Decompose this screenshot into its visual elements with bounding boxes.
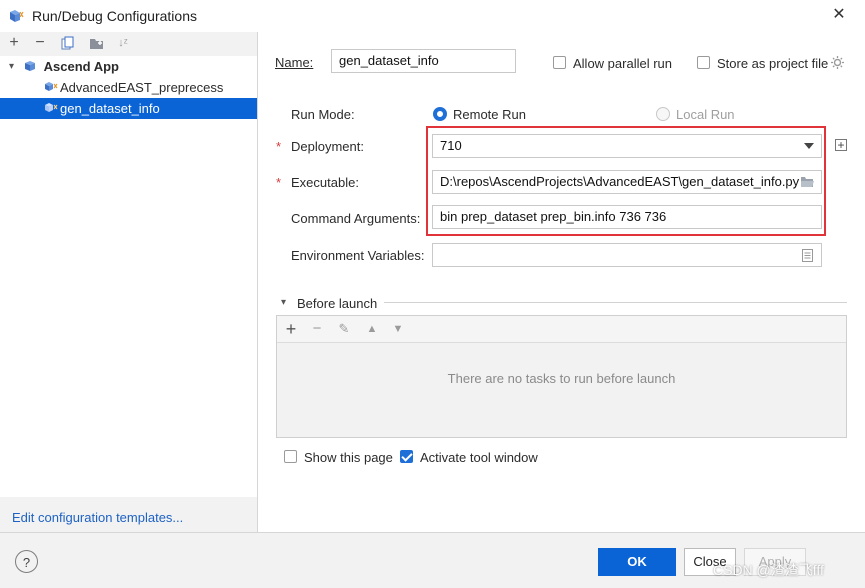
divider xyxy=(384,302,847,303)
pencil-icon[interactable]: ✎ xyxy=(334,319,354,339)
show-page-label: Show this page xyxy=(304,450,393,465)
config-icon xyxy=(45,103,58,112)
run-mode-label: Run Mode: xyxy=(291,107,355,122)
env-input[interactable] xyxy=(432,243,822,267)
tree-item-advancedeast-preprecess[interactable]: AdvancedEAST_preprecess xyxy=(0,77,257,98)
remote-run-label: Remote Run xyxy=(453,107,526,122)
local-run-radio[interactable] xyxy=(656,107,670,121)
before-launch-title: Before launch xyxy=(297,296,378,311)
tree-item-label: AdvancedEAST_preprecess xyxy=(60,80,224,95)
close-window-icon[interactable]: ✕ xyxy=(829,5,849,25)
sort-icon[interactable]: ↓ᶻ xyxy=(112,32,134,54)
config-icon xyxy=(45,82,58,91)
plus-icon[interactable]: + xyxy=(281,319,301,339)
expand-chevron-icon[interactable]: ▾ xyxy=(9,56,19,77)
tree-item-gen-dataset-info[interactable]: gen_dataset_info xyxy=(0,98,257,119)
allow-parallel-checkbox[interactable] xyxy=(553,56,566,69)
minus-icon[interactable]: − xyxy=(307,319,327,339)
required-marker: * xyxy=(276,175,282,190)
required-marker: * xyxy=(276,139,282,154)
deployment-label: Deployment: xyxy=(291,139,364,154)
store-project-label: Store as project file xyxy=(717,56,829,71)
edit-env-icon[interactable] xyxy=(802,249,813,262)
gear-icon[interactable] xyxy=(830,55,845,70)
tree-item-label: gen_dataset_info xyxy=(60,101,160,116)
move-up-icon[interactable]: ▲ xyxy=(362,319,382,339)
executable-label: Executable: xyxy=(291,175,359,190)
local-run-label: Local Run xyxy=(676,107,735,122)
app-icon xyxy=(10,10,24,22)
name-input[interactable]: gen_dataset_info xyxy=(331,49,516,73)
name-label: Name: xyxy=(275,55,314,70)
move-down-icon[interactable]: ▼ xyxy=(388,319,408,339)
show-page-checkbox[interactable] xyxy=(284,450,297,463)
left-toolbar: + − ↓ᶻ xyxy=(0,32,257,54)
tree-item-ascend-app[interactable]: ▾ Ascend App xyxy=(0,56,257,77)
collapse-chevron-icon[interactable]: ▾ xyxy=(281,297,286,308)
env-label: Environment Variables: xyxy=(291,248,425,263)
minus-icon[interactable]: − xyxy=(29,32,51,54)
activate-tool-checkbox[interactable] xyxy=(400,450,413,463)
help-button[interactable]: ? xyxy=(15,550,38,573)
edit-templates-link[interactable]: Edit configuration templates... xyxy=(12,510,183,525)
ascend-app-icon xyxy=(25,61,35,71)
add-deployment-icon[interactable]: + xyxy=(835,139,847,151)
highlight-rectangle xyxy=(426,126,826,236)
before-launch-empty-text: There are no tasks to run before launch xyxy=(447,371,676,386)
watermark-text: CSDN @渣渣飞fff xyxy=(713,562,824,578)
allow-parallel-label: Allow parallel run xyxy=(573,56,672,71)
before-launch-toolbar: + − ✎ ▲ ▼ xyxy=(277,316,846,343)
window-title: Run/Debug Configurations xyxy=(32,8,197,24)
tree-item-label: Ascend App xyxy=(43,59,119,74)
store-project-checkbox[interactable] xyxy=(697,56,710,69)
folder-icon[interactable] xyxy=(85,32,107,54)
activate-tool-label: Activate tool window xyxy=(420,450,538,465)
plus-icon[interactable]: + xyxy=(3,32,25,54)
ok-button[interactable]: OK xyxy=(598,548,676,576)
remote-run-radio[interactable] xyxy=(433,107,447,121)
args-label: Command Arguments: xyxy=(291,211,421,226)
config-tree: ▾ Ascend App AdvancedEAST_preprecess gen… xyxy=(0,56,257,497)
copy-icon[interactable] xyxy=(57,32,79,54)
